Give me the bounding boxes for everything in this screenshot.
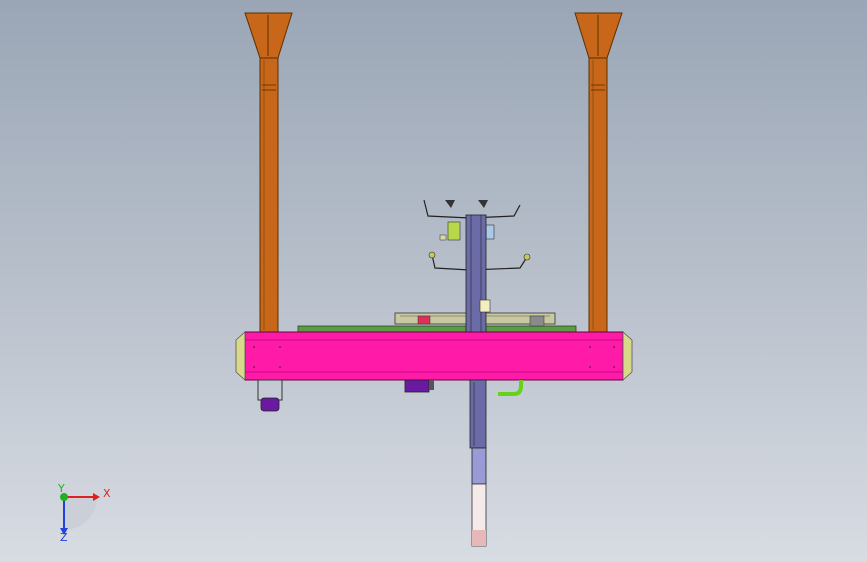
linear-rail[interactable] bbox=[297, 312, 577, 333]
lower-vertical-arm[interactable] bbox=[469, 379, 487, 547]
z-axis-label: Z bbox=[60, 531, 68, 544]
left-drive-motor[interactable] bbox=[257, 379, 283, 412]
right-support-leg[interactable] bbox=[574, 12, 623, 333]
y-axis-label: Y bbox=[58, 482, 65, 495]
center-drive-motor[interactable] bbox=[404, 379, 434, 393]
left-end-cap[interactable] bbox=[235, 331, 246, 381]
cable-hose[interactable] bbox=[498, 380, 523, 396]
x-axis-label: X bbox=[103, 487, 111, 500]
main-beam[interactable] bbox=[244, 331, 624, 381]
vertical-column[interactable] bbox=[465, 214, 491, 336]
cad-model[interactable] bbox=[0, 0, 867, 562]
right-end-cap[interactable] bbox=[622, 331, 633, 381]
3d-viewport[interactable]: X Y Z bbox=[0, 0, 867, 562]
axis-triad bbox=[60, 493, 100, 535]
left-support-leg[interactable] bbox=[244, 12, 293, 333]
